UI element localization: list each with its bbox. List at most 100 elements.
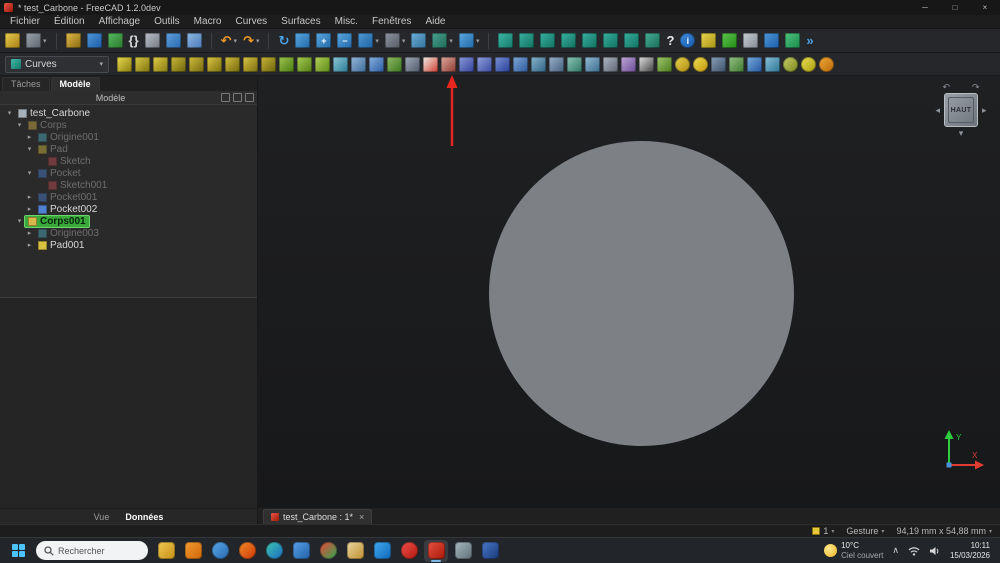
menu-fenetres[interactable]: Fenêtres bbox=[365, 15, 418, 29]
sync-selection-button[interactable] bbox=[221, 93, 230, 102]
waterline-button[interactable] bbox=[747, 57, 762, 72]
taskbar-file-explorer[interactable] bbox=[154, 540, 178, 562]
undo-button[interactable]: ↶▾ bbox=[221, 33, 237, 48]
editable-spline-button[interactable] bbox=[135, 57, 150, 72]
create-primitive-button[interactable]: ▾ bbox=[26, 33, 47, 48]
taskbar-firefox[interactable] bbox=[235, 540, 259, 562]
menu-affichage[interactable]: Affichage bbox=[92, 15, 148, 29]
nav-left-arrow-icon[interactable]: ◂ bbox=[935, 105, 940, 116]
tree-item-pad[interactable]: ▾Pad bbox=[0, 143, 257, 155]
rotate-ccw-icon[interactable]: ↶ bbox=[942, 82, 950, 92]
helical-sweep-button[interactable] bbox=[765, 57, 780, 72]
twisty-icon[interactable]: ▾ bbox=[14, 217, 25, 225]
comb-plot-button[interactable] bbox=[171, 57, 186, 72]
menu-outils[interactable]: Outils bbox=[147, 15, 187, 29]
3d-viewport[interactable]: ↶ ↷ ◂ HAUT ▸ ▾ bbox=[258, 76, 1000, 508]
twisty-icon[interactable]: ▾ bbox=[24, 169, 35, 177]
tree-item-test-carbone[interactable]: ▾test_Carbone bbox=[0, 107, 257, 119]
split-curve-button[interactable] bbox=[297, 57, 312, 72]
draft-analysis-button[interactable] bbox=[657, 57, 672, 72]
volume-icon[interactable] bbox=[929, 546, 941, 556]
isocurve-button[interactable] bbox=[369, 57, 384, 72]
surface-analysis-button[interactable] bbox=[621, 57, 636, 72]
twisty-icon[interactable]: ▸ bbox=[24, 193, 35, 201]
tree-item-sketch001[interactable]: Sketch001 bbox=[0, 179, 257, 191]
tab-taches[interactable]: Tâches bbox=[2, 77, 50, 91]
menu-aide[interactable]: Aide bbox=[418, 15, 452, 29]
close-button[interactable]: × bbox=[970, 0, 1000, 15]
taskbar-vlc[interactable] bbox=[181, 540, 205, 562]
tree-item-sketch[interactable]: Sketch bbox=[0, 155, 257, 167]
refresh-button[interactable]: ↻ bbox=[278, 33, 289, 48]
nav-down-arrow-icon[interactable]: ▾ bbox=[959, 128, 964, 138]
start-button[interactable] bbox=[6, 540, 30, 562]
menu-curves[interactable]: Curves bbox=[228, 15, 274, 29]
reflect-lines-button[interactable] bbox=[351, 57, 366, 72]
zoom-out-button[interactable]: − bbox=[337, 33, 352, 48]
zoom-tool-button[interactable]: ▾ bbox=[459, 33, 480, 48]
rotate-cw-icon[interactable]: ↷ bbox=[972, 82, 980, 92]
cut-button[interactable] bbox=[145, 33, 160, 48]
tree-item-pocket[interactable]: ▾Pocket bbox=[0, 167, 257, 179]
flatten-face-button[interactable] bbox=[603, 57, 618, 72]
discretize-button[interactable] bbox=[261, 57, 276, 72]
spreadsheet-button[interactable] bbox=[743, 33, 758, 48]
approximate-button[interactable] bbox=[225, 57, 240, 72]
isometric-view-button[interactable] bbox=[498, 33, 513, 48]
compress-button[interactable] bbox=[711, 57, 726, 72]
taskbar-chrome[interactable] bbox=[316, 540, 340, 562]
navigation-cube[interactable]: ↶ ↷ ◂ HAUT ▸ ▾ bbox=[928, 82, 994, 138]
tree-item-origine003[interactable]: ▸Origine003 bbox=[0, 227, 257, 239]
map-on-face-button[interactable] bbox=[441, 57, 456, 72]
nav-style-selector[interactable]: Gesture ▾ bbox=[846, 526, 884, 536]
appearance-button[interactable] bbox=[411, 33, 426, 48]
twisty-icon[interactable]: ▸ bbox=[24, 133, 35, 141]
front-view-button[interactable] bbox=[519, 33, 534, 48]
rear-view-button[interactable] bbox=[582, 33, 597, 48]
bottom-view-button[interactable] bbox=[603, 33, 618, 48]
part-box-green-button[interactable] bbox=[722, 33, 737, 48]
sync-view-button[interactable] bbox=[233, 93, 242, 102]
segment-surface-button[interactable] bbox=[531, 57, 546, 72]
taskbar-gimp[interactable] bbox=[451, 540, 475, 562]
box-selection-button[interactable] bbox=[295, 33, 310, 48]
menu-edition[interactable]: Édition bbox=[47, 15, 92, 29]
interpolate-button[interactable] bbox=[207, 57, 222, 72]
save-document-button[interactable] bbox=[87, 33, 102, 48]
part-box-yellow-button[interactable] bbox=[701, 33, 716, 48]
menu-surfaces[interactable]: Surfaces bbox=[274, 15, 327, 29]
paste-button[interactable] bbox=[187, 33, 202, 48]
zebra-analysis-button[interactable] bbox=[639, 57, 654, 72]
tree-item-origine001[interactable]: ▸Origine001 bbox=[0, 131, 257, 143]
document-tab[interactable]: test_Carbone : 1* × bbox=[263, 509, 372, 524]
tab-donnees[interactable]: Données bbox=[125, 512, 163, 522]
tab-close-icon[interactable]: × bbox=[359, 512, 364, 522]
minimize-button[interactable]: ─ bbox=[910, 0, 940, 15]
taskbar-vscode[interactable] bbox=[370, 540, 394, 562]
navcube-face[interactable]: HAUT bbox=[944, 93, 978, 127]
network-icon[interactable] bbox=[908, 546, 920, 556]
rotation-sweep-button[interactable] bbox=[567, 57, 582, 72]
sketch-on-surface-button[interactable] bbox=[423, 57, 438, 72]
new-document-button[interactable] bbox=[5, 33, 20, 48]
workbench-selector[interactable]: Curves ▾ bbox=[5, 56, 109, 73]
weather-widget[interactable]: 10°C Ciel couvert bbox=[824, 541, 883, 559]
birail-button[interactable] bbox=[459, 57, 474, 72]
extend-curve-button[interactable] bbox=[315, 57, 330, 72]
taskbar-terminal[interactable] bbox=[478, 540, 502, 562]
join-curves-button[interactable] bbox=[279, 57, 294, 72]
twisty-icon[interactable]: ▸ bbox=[24, 241, 35, 249]
model-disc[interactable] bbox=[489, 141, 794, 446]
help-info-button[interactable]: i bbox=[680, 33, 695, 48]
pipeshell-button[interactable] bbox=[495, 57, 510, 72]
taskbar-paint[interactable] bbox=[208, 540, 232, 562]
twisty-icon[interactable]: ▾ bbox=[24, 145, 35, 153]
striped-sphere-button[interactable] bbox=[819, 57, 834, 72]
tree-item-pocket001[interactable]: ▸Pocket001 bbox=[0, 191, 257, 203]
mirror-curve-button[interactable] bbox=[333, 57, 348, 72]
curvature-analysis-button[interactable] bbox=[675, 57, 690, 72]
blend-surface-button[interactable] bbox=[585, 57, 600, 72]
viewport-dimensions[interactable]: 94,19 mm x 54,88 mm ▾ bbox=[896, 526, 992, 536]
tree-item-corps[interactable]: ▾Corps bbox=[0, 119, 257, 131]
twisty-icon[interactable]: ▾ bbox=[14, 121, 25, 129]
